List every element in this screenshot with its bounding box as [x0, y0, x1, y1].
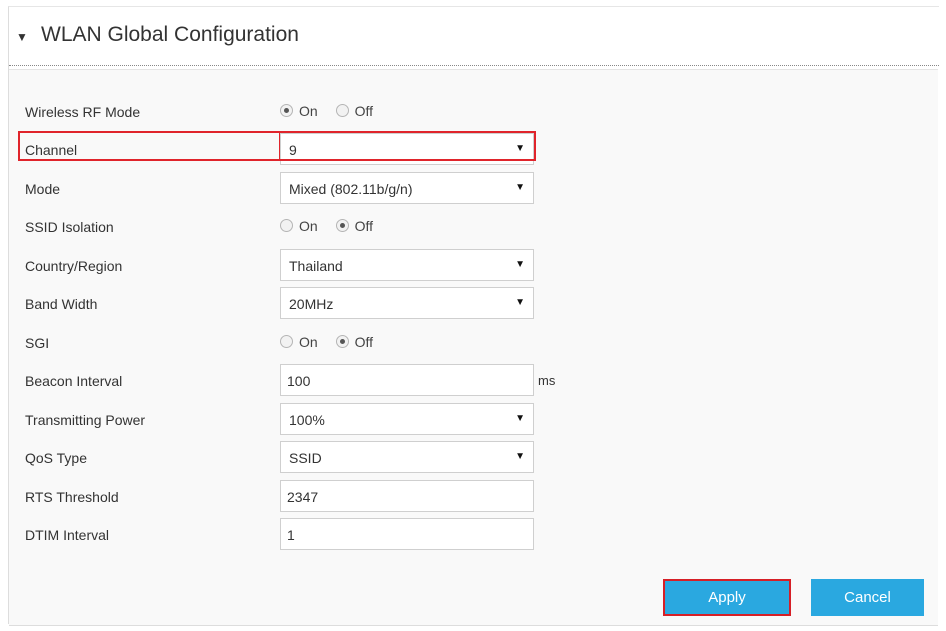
dtim-interval-value: 1: [287, 527, 295, 543]
sgi-radio-group: On Off: [280, 334, 387, 350]
ssid-isolation-off-label: Off: [354, 218, 373, 234]
rts-threshold-value: 2347: [287, 489, 319, 505]
ssid-isolation-radio-group: On Off: [280, 218, 387, 234]
country-region-label: Country/Region: [25, 258, 123, 274]
channel-select[interactable]: 9 ▼: [280, 133, 534, 165]
section-title: WLAN Global Configuration: [41, 23, 299, 46]
qos-type-select[interactable]: SSID ▼: [280, 441, 534, 473]
sgi-label: SGI: [25, 335, 50, 351]
wireless-rf-mode-on-label: On: [299, 103, 318, 119]
row-qos-type: QoS Type SSID ▼: [9, 441, 938, 475]
dropdown-arrow-icon: ▼: [515, 413, 525, 424]
wireless-rf-mode-label: Wireless RF Mode: [25, 104, 141, 120]
row-sgi: SGI On Off: [9, 326, 938, 360]
qos-type-value: SSID: [289, 450, 322, 466]
sgi-off-label: Off: [354, 334, 373, 350]
dropdown-arrow-icon: ▼: [515, 143, 525, 154]
sgi-on-label: On: [299, 334, 318, 350]
rts-threshold-input[interactable]: 2347: [280, 480, 534, 512]
row-transmitting-power: Transmitting Power 100% ▼: [9, 403, 938, 437]
mode-label: Mode: [25, 181, 61, 197]
sgi-off-radio[interactable]: [335, 335, 349, 348]
row-channel: Channel 9 ▼: [9, 133, 938, 167]
beacon-interval-unit: ms: [538, 373, 556, 388]
dropdown-arrow-icon: ▼: [515, 259, 525, 270]
country-region-value: Thailand: [289, 258, 343, 274]
form-body: Wireless RF Mode On Off Channel 9 ▼ Mode: [9, 69, 938, 626]
sgi-on-radio[interactable]: [280, 335, 293, 348]
wireless-rf-mode-off-radio[interactable]: [335, 104, 349, 117]
wireless-rf-mode-radio-group: On Off: [280, 103, 387, 119]
collapse-triangle-icon[interactable]: ▼: [16, 30, 28, 44]
beacon-interval-label: Beacon Interval: [25, 373, 123, 389]
transmitting-power-select[interactable]: 100% ▼: [280, 403, 534, 435]
channel-label: Channel: [25, 142, 78, 158]
band-width-select[interactable]: 20MHz ▼: [280, 287, 534, 319]
band-width-value: 20MHz: [289, 296, 334, 312]
wlan-config-panel: ▼ WLAN Global Configuration Wireless RF …: [8, 6, 939, 626]
beacon-interval-value: 100: [287, 373, 311, 389]
mode-value: Mixed (802.11b/g/n): [289, 181, 413, 197]
transmitting-power-value: 100%: [289, 412, 325, 428]
row-beacon-interval: Beacon Interval 100 ms: [9, 364, 938, 398]
cancel-button[interactable]: Cancel: [811, 579, 924, 616]
row-ssid-isolation: SSID Isolation On Off: [9, 210, 938, 244]
country-region-select[interactable]: Thailand ▼: [280, 249, 534, 281]
channel-value: 9: [289, 142, 297, 158]
section-header[interactable]: ▼ WLAN Global Configuration: [9, 7, 939, 66]
transmitting-power-label: Transmitting Power: [25, 412, 146, 428]
ssid-isolation-on-radio[interactable]: [280, 219, 293, 232]
qos-type-label: QoS Type: [25, 450, 88, 466]
row-rts-threshold: RTS Threshold 2347: [9, 480, 938, 514]
channel-highlight-divider: [279, 131, 280, 161]
dtim-interval-input[interactable]: 1: [280, 518, 534, 550]
row-country-region: Country/Region Thailand ▼: [9, 249, 938, 283]
dropdown-arrow-icon: ▼: [515, 297, 525, 308]
rts-threshold-label: RTS Threshold: [25, 489, 119, 505]
row-band-width: Band Width 20MHz ▼: [9, 287, 938, 321]
row-mode: Mode Mixed (802.11b/g/n) ▼: [9, 172, 938, 206]
mode-select[interactable]: Mixed (802.11b/g/n) ▼: [280, 172, 534, 204]
dropdown-arrow-icon: ▼: [515, 182, 525, 193]
wireless-rf-mode-off-label: Off: [354, 103, 373, 119]
dtim-interval-label: DTIM Interval: [25, 527, 110, 543]
row-dtim-interval: DTIM Interval 1: [9, 518, 938, 552]
row-wireless-rf-mode: Wireless RF Mode On Off: [9, 95, 938, 129]
wireless-rf-mode-on-radio[interactable]: [280, 104, 293, 117]
ssid-isolation-label: SSID Isolation: [25, 219, 114, 235]
ssid-isolation-off-radio[interactable]: [335, 219, 349, 232]
ssid-isolation-on-label: On: [299, 218, 318, 234]
apply-button[interactable]: Apply: [663, 579, 791, 616]
dropdown-arrow-icon: ▼: [515, 451, 525, 462]
beacon-interval-input[interactable]: 100: [280, 364, 534, 396]
band-width-label: Band Width: [25, 296, 98, 312]
